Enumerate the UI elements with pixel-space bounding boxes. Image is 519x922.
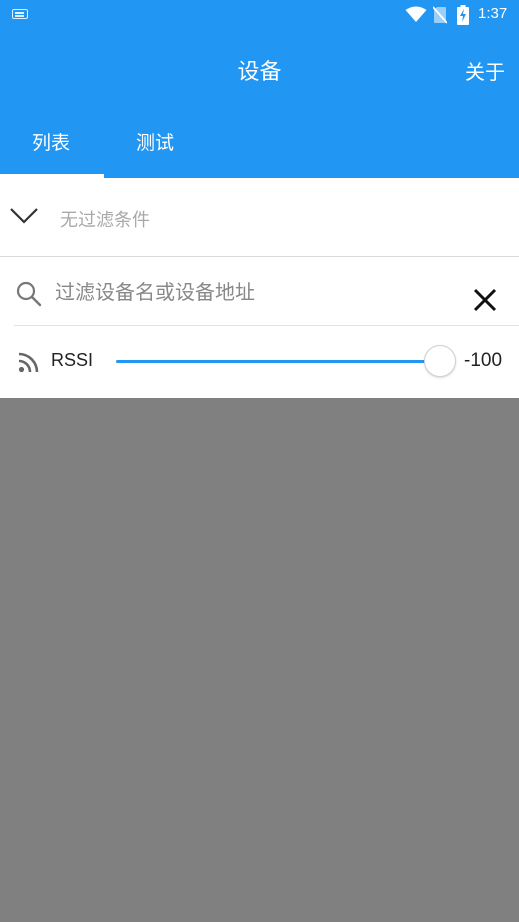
rssi-row: RSSI -100 bbox=[0, 326, 519, 398]
device-list-area bbox=[0, 398, 519, 922]
tab-test[interactable]: 测试 bbox=[136, 128, 174, 155]
rssi-slider-thumb[interactable] bbox=[424, 345, 456, 377]
rss-signal-icon bbox=[18, 352, 39, 373]
battery-charging-icon bbox=[457, 5, 469, 25]
page-title: 设备 bbox=[237, 59, 282, 84]
chevron-down-icon[interactable] bbox=[10, 206, 38, 226]
status-bar: 1:37 bbox=[0, 0, 519, 30]
search-row bbox=[0, 257, 519, 325]
app-bar: 1:37 设备 关于 列表 测试 bbox=[0, 0, 519, 178]
close-icon[interactable] bbox=[470, 285, 500, 315]
rssi-slider-track[interactable] bbox=[116, 360, 440, 363]
filter-summary-row[interactable]: 无过滤条件 bbox=[0, 178, 519, 257]
rssi-label: RSSI bbox=[51, 350, 94, 370]
tab-list[interactable]: 列表 bbox=[32, 128, 70, 155]
status-time: 1:37 bbox=[478, 5, 508, 22]
wifi-icon bbox=[405, 6, 427, 22]
search-icon bbox=[16, 281, 42, 307]
no-sim-icon bbox=[433, 6, 447, 24]
filter-summary-label: 无过滤条件 bbox=[60, 210, 150, 230]
filter-panel: 无过滤条件 RSSI -100 bbox=[0, 178, 519, 398]
rssi-value: -100 bbox=[464, 350, 503, 371]
keyboard-icon bbox=[12, 9, 28, 19]
about-button[interactable]: 关于 bbox=[465, 56, 505, 85]
search-input[interactable] bbox=[55, 277, 435, 309]
